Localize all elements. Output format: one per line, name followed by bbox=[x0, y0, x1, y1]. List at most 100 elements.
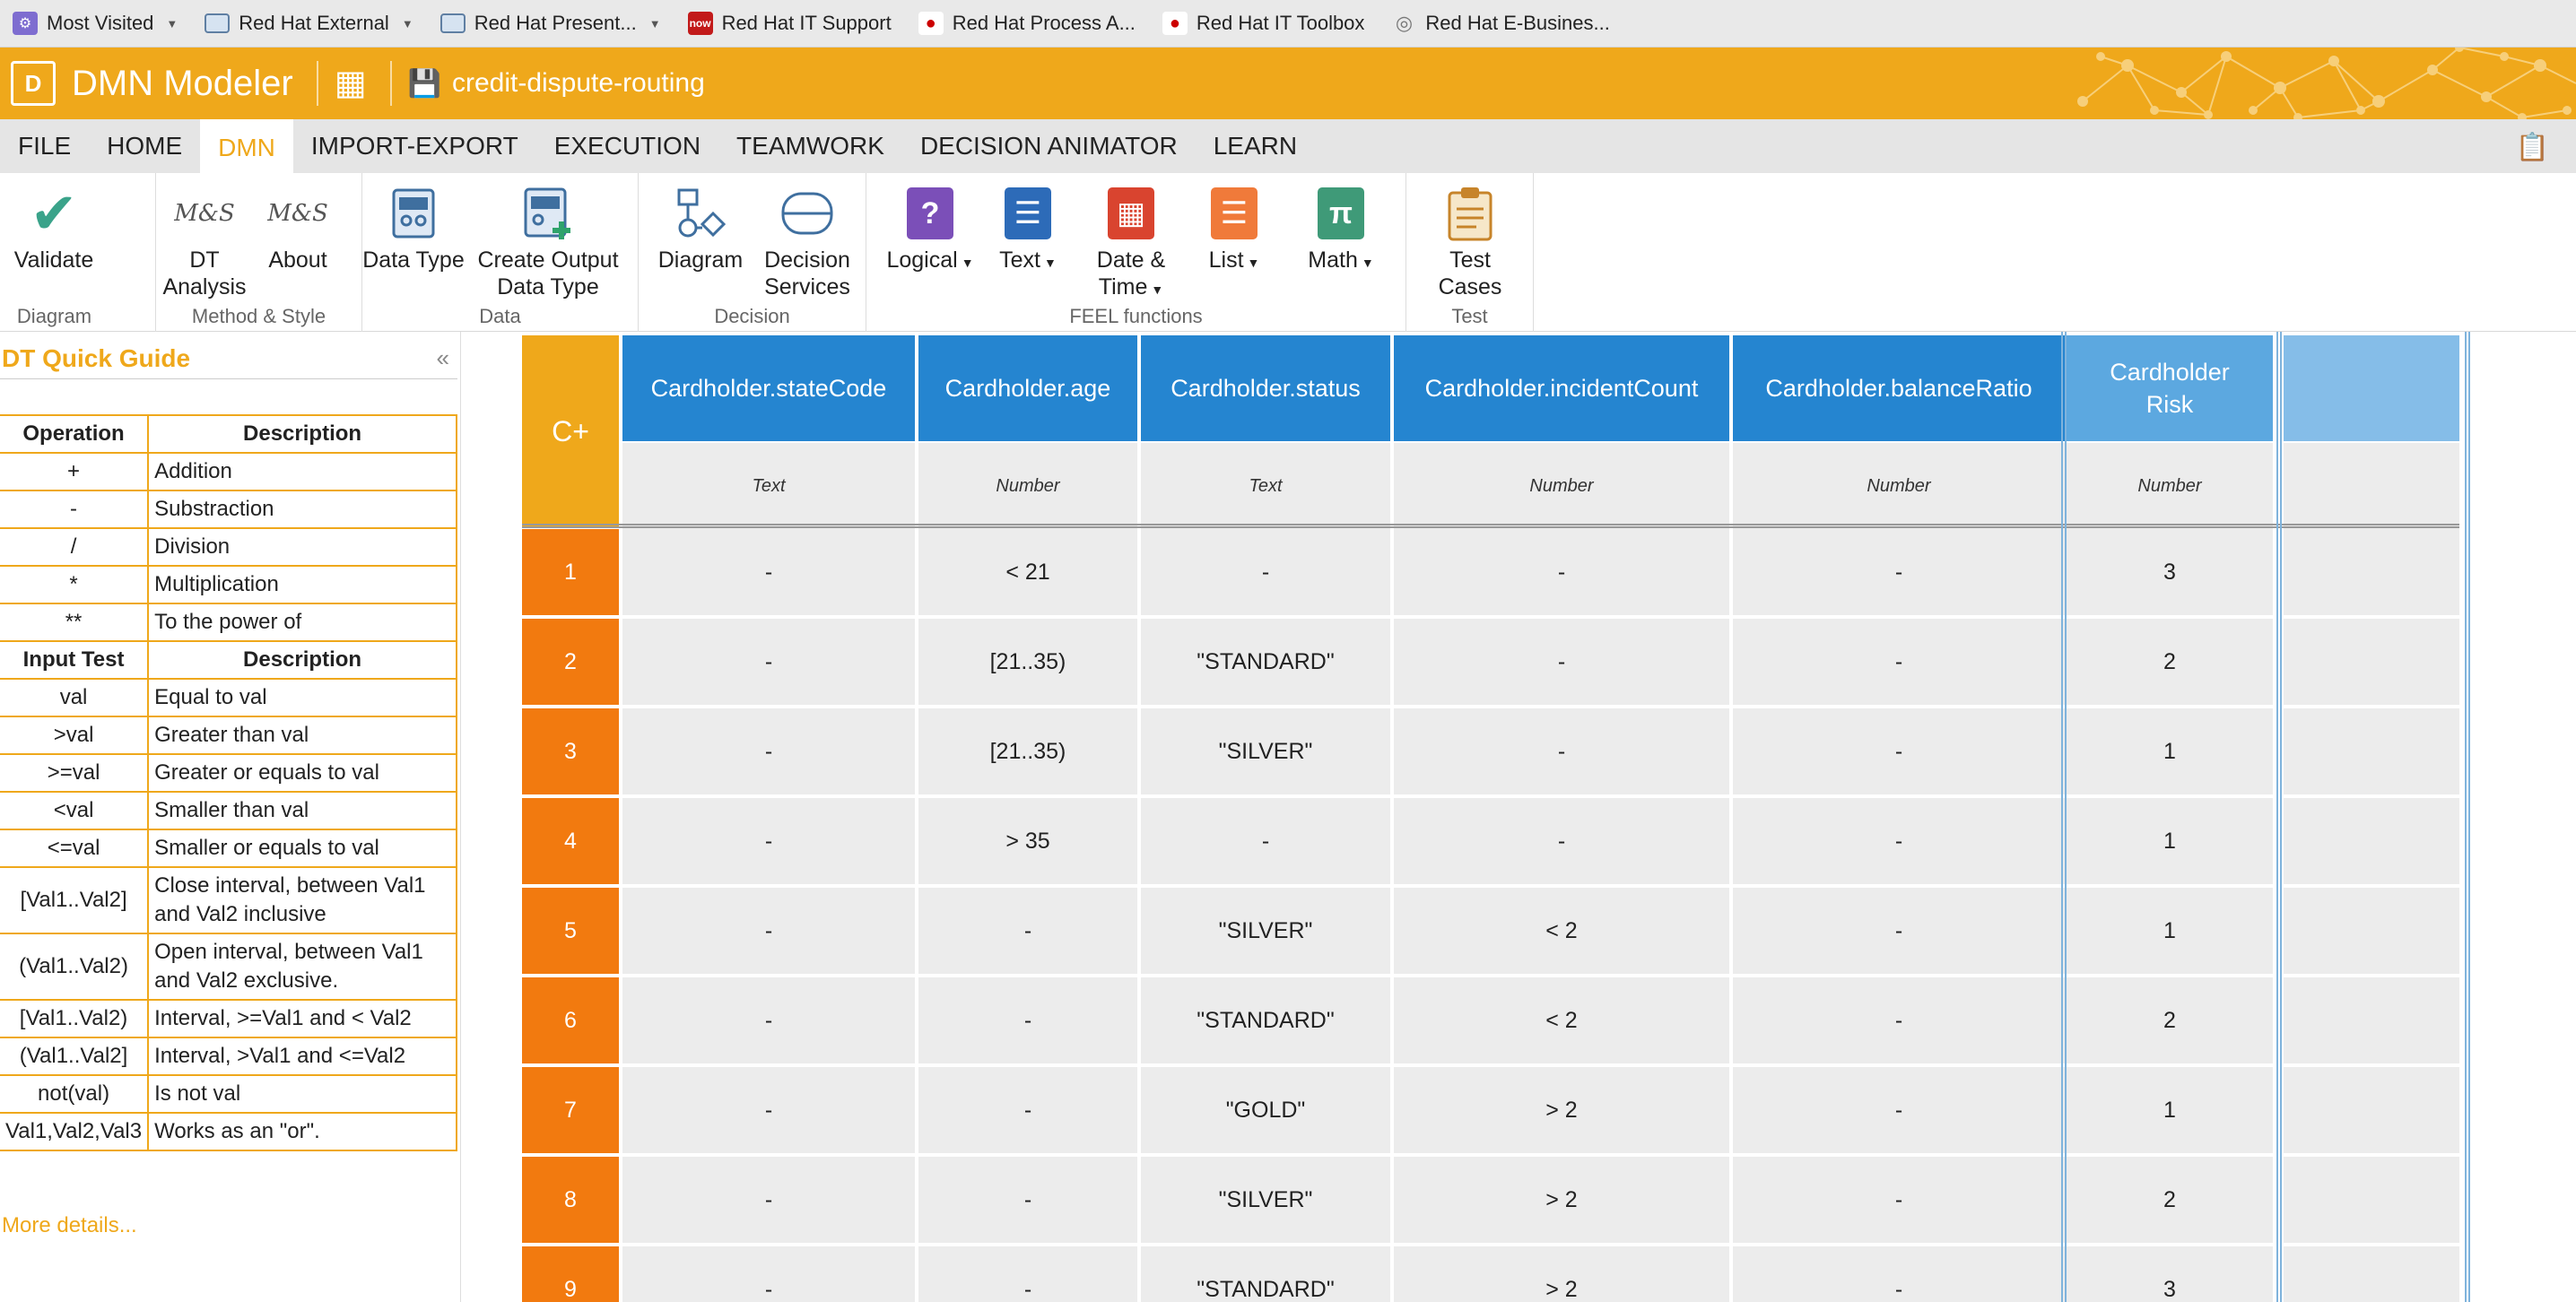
rule-number[interactable]: 1 bbox=[522, 529, 619, 615]
bookmark-item[interactable]: ⚙ Most Visited ▼ bbox=[13, 0, 178, 48]
input-cell[interactable]: - bbox=[1141, 529, 1390, 615]
input-cell[interactable]: - bbox=[622, 619, 915, 705]
annotation-cell[interactable] bbox=[2284, 529, 2459, 615]
bookmark-item[interactable]: Red Hat External ▼ bbox=[205, 0, 413, 48]
input-cell[interactable]: - bbox=[1733, 1067, 2065, 1153]
output-cell[interactable]: 2 bbox=[2067, 1157, 2273, 1243]
input-cell[interactable]: < 21 bbox=[918, 529, 1137, 615]
input-column-header[interactable]: Cardholder.status bbox=[1141, 335, 1390, 441]
input-column-type[interactable]: Text bbox=[622, 443, 915, 529]
list-button[interactable]: ☰ List ▼ bbox=[1189, 184, 1279, 276]
input-cell[interactable]: > 2 bbox=[1394, 1067, 1729, 1153]
input-cell[interactable]: > 2 bbox=[1394, 1157, 1729, 1243]
rule-number[interactable]: 8 bbox=[522, 1157, 619, 1243]
input-cell[interactable]: "STANDARD" bbox=[1141, 1246, 1390, 1302]
tab-home[interactable]: HOME bbox=[89, 119, 200, 173]
input-cell[interactable]: - bbox=[1394, 529, 1729, 615]
input-cell[interactable]: - bbox=[918, 1157, 1137, 1243]
input-cell[interactable]: - bbox=[918, 1067, 1137, 1153]
input-cell[interactable]: - bbox=[1733, 619, 2065, 705]
input-column-header[interactable]: Cardholder.age bbox=[918, 335, 1137, 441]
logical-button[interactable]: ? Logical ▼ bbox=[881, 184, 979, 276]
dt-analysis-button[interactable]: M&S DT Analysis bbox=[156, 184, 253, 300]
input-cell[interactable]: < 2 bbox=[1394, 977, 1729, 1063]
annotation-cell[interactable] bbox=[2284, 1157, 2459, 1243]
bookmark-item[interactable]: now Red Hat IT Support bbox=[687, 0, 892, 48]
tab-import-export[interactable]: IMPORT-EXPORT bbox=[293, 119, 536, 173]
input-column-type[interactable]: Number bbox=[918, 443, 1137, 529]
input-cell[interactable]: - bbox=[1733, 529, 2065, 615]
test-cases-button[interactable]: Test Cases bbox=[1415, 184, 1525, 300]
input-cell[interactable]: "GOLD" bbox=[1141, 1067, 1390, 1153]
output-cell[interactable]: 1 bbox=[2067, 708, 2273, 794]
input-cell[interactable]: - bbox=[622, 529, 915, 615]
tab-file[interactable]: FILE bbox=[0, 119, 89, 173]
input-cell[interactable]: > 2 bbox=[1394, 1246, 1729, 1302]
chevron-down-icon[interactable]: ▼ bbox=[166, 17, 178, 30]
rule-number[interactable]: 5 bbox=[522, 888, 619, 974]
save-icon[interactable]: 💾 bbox=[408, 68, 441, 100]
annotation-cell[interactable] bbox=[2284, 1246, 2459, 1302]
annotation-cell[interactable] bbox=[2284, 798, 2459, 884]
input-cell[interactable]: - bbox=[1141, 798, 1390, 884]
tab-dmn[interactable]: DMN bbox=[200, 119, 293, 173]
input-cell[interactable]: - bbox=[622, 977, 915, 1063]
input-cell[interactable]: [21..35) bbox=[918, 708, 1137, 794]
input-cell[interactable]: - bbox=[918, 1246, 1137, 1302]
input-cell[interactable]: - bbox=[1733, 1157, 2065, 1243]
input-cell[interactable]: "SILVER" bbox=[1141, 1157, 1390, 1243]
input-cell[interactable]: "STANDARD" bbox=[1141, 977, 1390, 1063]
hit-policy-cell[interactable]: C+ bbox=[522, 335, 619, 527]
collapse-panel-icon[interactable]: « bbox=[437, 344, 449, 372]
output-cell[interactable]: 2 bbox=[2067, 619, 2273, 705]
input-cell[interactable]: "SILVER" bbox=[1141, 888, 1390, 974]
apps-grid-icon[interactable]: ▦ bbox=[335, 66, 367, 100]
annotation-column-type[interactable] bbox=[2284, 443, 2459, 529]
output-column-header[interactable]: Cardholder Risk bbox=[2067, 335, 2273, 441]
input-column-header[interactable]: Cardholder.balanceRatio bbox=[1733, 335, 2065, 441]
rule-number[interactable]: 7 bbox=[522, 1067, 619, 1153]
input-column-header[interactable]: Cardholder.incidentCount bbox=[1394, 335, 1729, 441]
input-cell[interactable]: - bbox=[1733, 1246, 2065, 1302]
input-cell[interactable]: - bbox=[1394, 798, 1729, 884]
input-cell[interactable]: - bbox=[622, 888, 915, 974]
more-details-link[interactable]: More details... bbox=[2, 1213, 137, 1238]
annotation-cell[interactable] bbox=[2284, 708, 2459, 794]
rule-number[interactable]: 9 bbox=[522, 1246, 619, 1302]
output-cell[interactable]: 1 bbox=[2067, 1067, 2273, 1153]
annotation-column-header[interactable] bbox=[2284, 335, 2459, 441]
input-cell[interactable]: - bbox=[622, 1157, 915, 1243]
output-cell[interactable]: 1 bbox=[2067, 888, 2273, 974]
output-cell[interactable]: 3 bbox=[2067, 1246, 2273, 1302]
annotation-cell[interactable] bbox=[2284, 619, 2459, 705]
rule-number[interactable]: 4 bbox=[522, 798, 619, 884]
bookmark-item[interactable]: ◎ Red Hat E-Busines... bbox=[1391, 0, 1610, 48]
input-cell[interactable]: - bbox=[1733, 708, 2065, 794]
input-cell[interactable]: - bbox=[1733, 798, 2065, 884]
input-cell[interactable]: - bbox=[1733, 888, 2065, 974]
output-cell[interactable]: 3 bbox=[2067, 529, 2273, 615]
data-type-button[interactable]: Data Type bbox=[362, 184, 465, 273]
math-button[interactable]: π Math ▼ bbox=[1292, 184, 1390, 276]
rule-number[interactable]: 6 bbox=[522, 977, 619, 1063]
input-cell[interactable]: > 35 bbox=[918, 798, 1137, 884]
decision-services-button[interactable]: Decision Services bbox=[753, 184, 861, 300]
input-cell[interactable]: - bbox=[918, 888, 1137, 974]
input-cell[interactable]: - bbox=[1733, 977, 2065, 1063]
date-time-button[interactable]: ▦ Date & Time ▼ bbox=[1082, 184, 1180, 303]
input-cell[interactable]: "STANDARD" bbox=[1141, 619, 1390, 705]
bookmark-item[interactable]: ● Red Hat Process A... bbox=[918, 0, 1136, 48]
output-cell[interactable]: 2 bbox=[2067, 977, 2273, 1063]
validate-button[interactable]: ✔ Validate bbox=[0, 184, 108, 273]
chevron-down-icon[interactable]: ▼ bbox=[649, 17, 661, 30]
input-cell[interactable]: "SILVER" bbox=[1141, 708, 1390, 794]
annotation-cell[interactable] bbox=[2284, 1067, 2459, 1153]
bookmark-item[interactable]: Red Hat Present... ▼ bbox=[439, 0, 661, 48]
input-cell[interactable]: - bbox=[622, 708, 915, 794]
annotation-cell[interactable] bbox=[2284, 888, 2459, 974]
annotation-cell[interactable] bbox=[2284, 977, 2459, 1063]
input-cell[interactable]: - bbox=[622, 1246, 915, 1302]
input-cell[interactable]: - bbox=[622, 1067, 915, 1153]
tab-execution[interactable]: EXECUTION bbox=[536, 119, 718, 173]
input-column-type[interactable]: Number bbox=[1394, 443, 1729, 529]
